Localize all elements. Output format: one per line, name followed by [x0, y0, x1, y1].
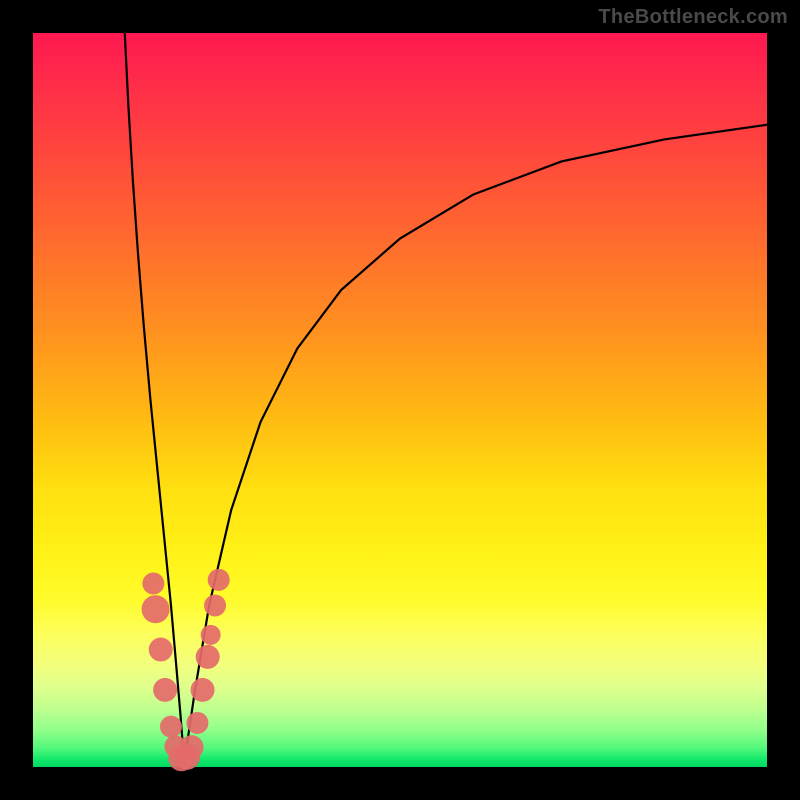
curve-right-branch: [184, 125, 767, 764]
curve-layer: [125, 33, 767, 763]
chart-frame: TheBottleneck.com: [0, 0, 800, 800]
data-marker: [149, 638, 173, 662]
watermark-text: TheBottleneck.com: [598, 6, 788, 29]
marker-layer: [142, 569, 230, 771]
data-marker: [201, 625, 221, 645]
data-marker: [191, 678, 215, 702]
data-marker: [196, 645, 220, 669]
data-marker: [142, 573, 164, 595]
data-marker: [204, 595, 226, 617]
chart-svg: [33, 33, 767, 767]
data-marker: [153, 678, 177, 702]
data-marker: [180, 735, 204, 759]
data-marker: [160, 716, 182, 738]
data-marker: [186, 712, 208, 734]
data-marker: [208, 569, 230, 591]
data-marker: [142, 595, 170, 623]
plot-area: [33, 33, 767, 767]
